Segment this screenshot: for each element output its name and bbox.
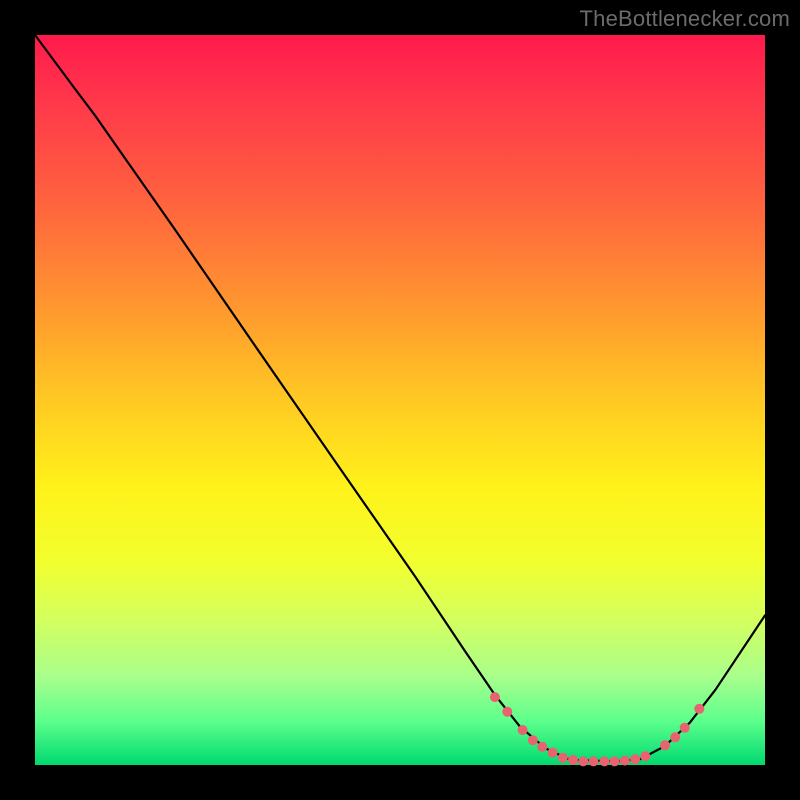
highlight-dot bbox=[490, 692, 500, 702]
plot-area bbox=[35, 35, 765, 765]
highlight-dot bbox=[578, 756, 588, 766]
highlight-dot bbox=[589, 756, 599, 766]
highlight-dot bbox=[599, 756, 609, 766]
watermark-text: TheBottlenecker.com bbox=[580, 6, 790, 32]
highlight-dot bbox=[518, 725, 528, 735]
highlight-dot bbox=[528, 735, 538, 745]
highlight-dot bbox=[680, 723, 690, 733]
bottleneck-curve bbox=[35, 35, 765, 761]
highlight-dot bbox=[694, 704, 704, 714]
chart-frame: TheBottlenecker.com bbox=[0, 0, 800, 800]
highlight-dot bbox=[610, 756, 620, 766]
highlight-dot bbox=[558, 753, 568, 763]
highlighted-dots-group bbox=[490, 692, 704, 766]
highlight-dot bbox=[620, 756, 630, 766]
highlight-dot bbox=[660, 740, 670, 750]
highlight-dot bbox=[502, 707, 512, 717]
highlight-dot bbox=[640, 751, 650, 761]
highlight-dot bbox=[548, 748, 558, 758]
chart-overlay bbox=[35, 35, 765, 765]
highlight-dot bbox=[630, 754, 640, 764]
highlight-dot bbox=[670, 732, 680, 742]
highlight-dot bbox=[568, 755, 578, 765]
highlight-dot bbox=[537, 742, 547, 752]
